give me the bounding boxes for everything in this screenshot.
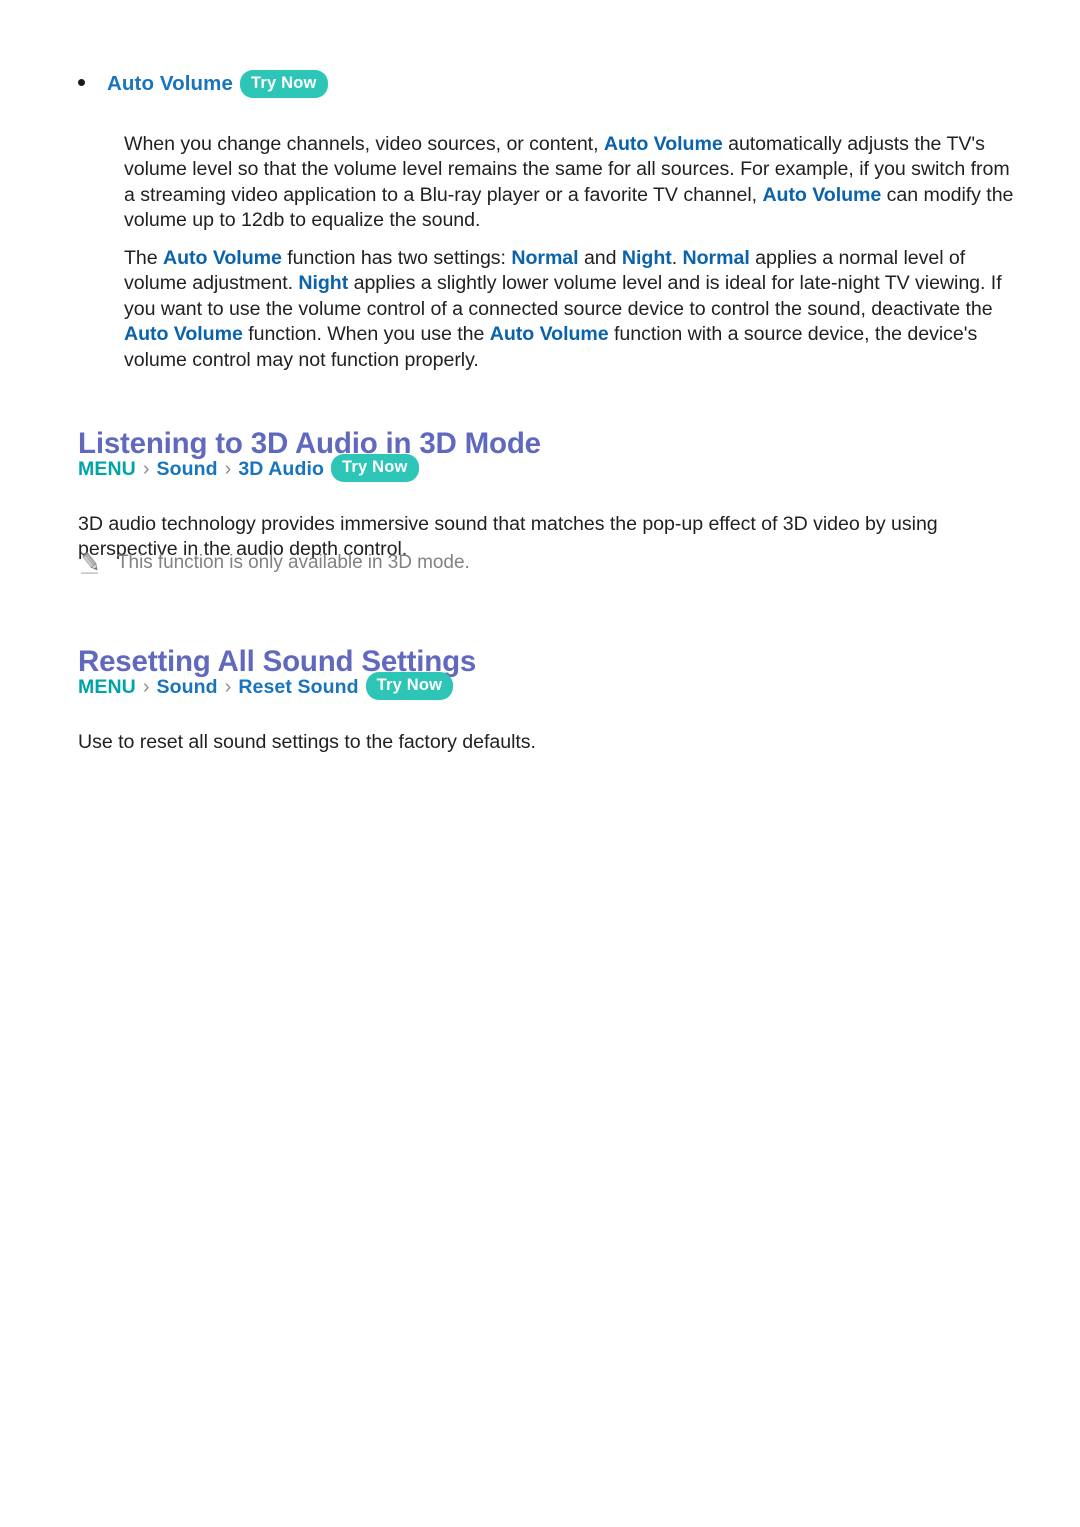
auto-volume-paragraph-2: The Auto Volume function has two setting… <box>124 246 1014 374</box>
inline-link-auto-volume[interactable]: Auto Volume <box>762 184 881 206</box>
breadcrumb-item-sound[interactable]: Sound <box>157 458 218 481</box>
inline-link-auto-volume[interactable]: Auto Volume <box>124 323 243 345</box>
inline-link-auto-volume[interactable]: Auto Volume <box>490 323 609 345</box>
bullet-item-auto-volume: Auto Volume Try Now <box>78 70 328 100</box>
bullet-dot-icon <box>78 79 85 86</box>
breadcrumb-menu[interactable]: MENU <box>78 676 136 699</box>
inline-link-auto-volume[interactable]: Auto Volume <box>604 133 723 155</box>
breadcrumb-menu[interactable]: MENU <box>78 458 136 481</box>
note-3d-audio: This function is only available in 3D mo… <box>78 550 978 577</box>
try-now-badge-reset-sound[interactable]: Try Now <box>365 672 454 700</box>
text-segment: When you change channels, video sources,… <box>124 132 604 155</box>
bullet-item-label: Auto Volume <box>107 72 233 95</box>
text-segment: function. When you use the <box>242 323 490 346</box>
text-segment: function has two settings: <box>281 246 512 269</box>
note-text: This function is only available in 3D mo… <box>117 552 470 573</box>
breadcrumb-item-3d-audio[interactable]: 3D Audio <box>238 458 324 481</box>
auto-volume-paragraph-1: When you change channels, video sources,… <box>124 132 1014 234</box>
inline-link-normal[interactable]: Normal <box>683 247 750 269</box>
breadcrumb-separator-icon: › <box>224 458 232 481</box>
inline-link-normal[interactable]: Normal <box>511 247 578 269</box>
text-segment: The <box>124 246 164 269</box>
pencil-icon <box>78 551 104 577</box>
inline-link-auto-volume[interactable]: Auto Volume <box>163 247 282 269</box>
breadcrumb-item-sound[interactable]: Sound <box>157 676 218 699</box>
breadcrumb-item-reset-sound[interactable]: Reset Sound <box>238 676 358 699</box>
text-segment: . <box>671 246 683 269</box>
manual-page: Auto Volume Try Now When you change chan… <box>0 0 1080 1527</box>
breadcrumb-separator-icon: › <box>142 458 150 481</box>
breadcrumb-separator-icon: › <box>224 676 232 699</box>
inline-link-night[interactable]: Night <box>298 272 348 294</box>
breadcrumb-reset-sound: MENU › Sound › Reset Sound Try Now <box>78 672 454 702</box>
text-segment: and <box>578 246 622 269</box>
body-text-reset-sound: Use to reset all sound settings to the f… <box>78 730 536 753</box>
try-now-badge-auto-volume[interactable]: Try Now <box>240 70 328 98</box>
try-now-badge-3d-audio[interactable]: Try Now <box>330 454 419 482</box>
breadcrumb-3d-audio: MENU › Sound › 3D Audio Try Now <box>78 454 419 484</box>
inline-link-night[interactable]: Night <box>622 247 672 269</box>
breadcrumb-separator-icon: › <box>142 676 150 699</box>
